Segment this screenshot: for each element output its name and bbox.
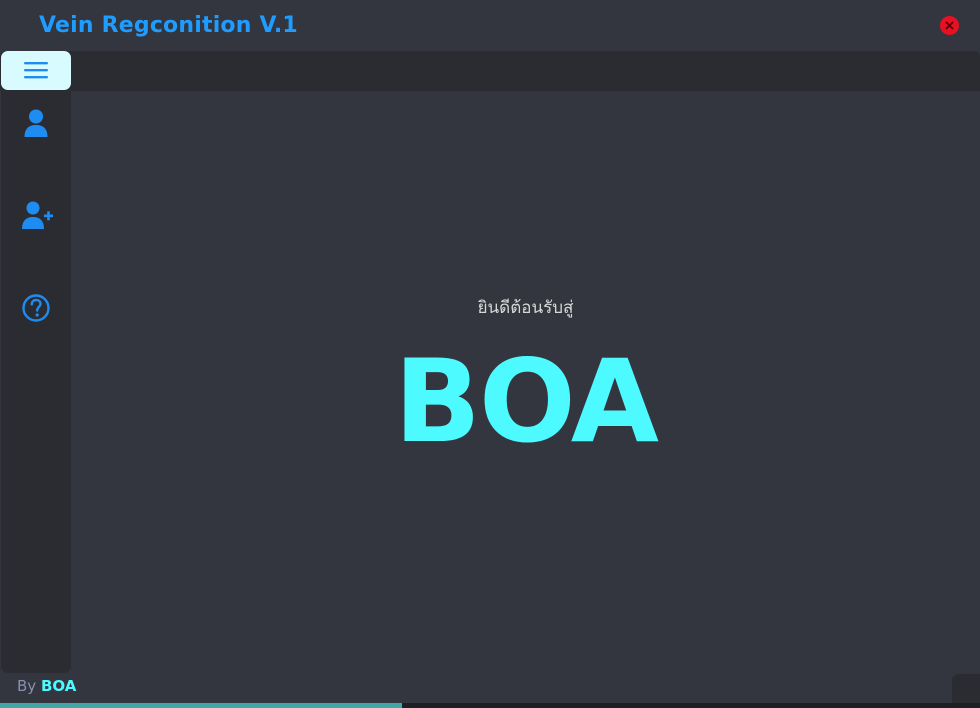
user-icon <box>24 109 48 137</box>
progress-fill <box>0 703 402 708</box>
sidebar-item-help[interactable] <box>16 288 56 328</box>
add-user-icon <box>22 201 53 229</box>
progress-track <box>0 703 980 708</box>
sidebar <box>1 91 71 673</box>
menu-toggle-button[interactable] <box>1 51 71 90</box>
footer-credit: By BOA <box>17 677 76 695</box>
footer-by-label: By <box>17 677 37 695</box>
title-bar[interactable]: Vein Regconition V.1 <box>0 0 980 51</box>
top-toolbar <box>0 51 980 91</box>
footer-by-name: BOA <box>40 677 77 695</box>
sidebar-item-add-user[interactable] <box>16 195 56 235</box>
hamburger-menu-icon <box>24 62 48 79</box>
brand-title: BOA <box>394 335 659 468</box>
app-title: Vein Regconition V.1 <box>39 13 298 38</box>
close-button[interactable] <box>940 16 959 35</box>
close-x-icon <box>945 21 954 30</box>
help-question-icon <box>22 294 50 322</box>
app-window: Vein Regconition V.1 ยินดีต้อนรับสู่ BOA… <box>0 0 980 708</box>
sidebar-item-user[interactable] <box>16 102 56 142</box>
main-content: ยินดีต้อนรับสู่ BOA <box>71 91 980 673</box>
welcome-text: ยินดีต้อนรับสู่ <box>477 298 574 318</box>
resize-grip[interactable] <box>952 674 980 704</box>
